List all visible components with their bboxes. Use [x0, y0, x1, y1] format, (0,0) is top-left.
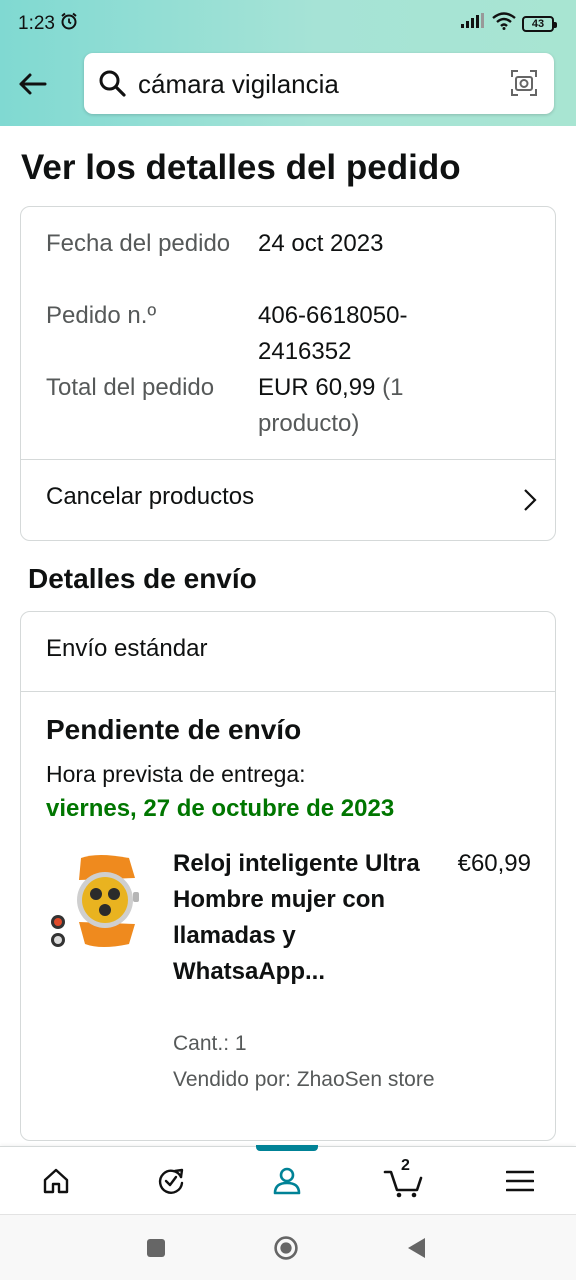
- shipping-method: Envío estándar: [46, 635, 208, 662]
- order-total-label: Total del pedido: [46, 374, 215, 401]
- search-bar[interactable]: cámara vigilancia: [84, 53, 554, 114]
- order-date-value: 24 oct 2023: [258, 230, 384, 257]
- product-seller: Vendido por: ZhaoSen store: [173, 1068, 435, 1091]
- cancel-products-button[interactable]: Cancelar productos: [21, 460, 555, 540]
- refresh-check-icon[interactable]: [151, 1161, 191, 1201]
- cancel-products-label: Cancelar productos: [46, 483, 255, 510]
- back-nav-button[interactable]: [403, 1235, 429, 1261]
- shipping-card: Envío estándar Pendiente de envío Hora p…: [20, 611, 556, 1141]
- signal-icon: [460, 13, 486, 35]
- header: 1:23 43 cámara vigilancia: [0, 0, 576, 126]
- eta-date: viernes, 27 de octubre de 2023: [46, 795, 395, 822]
- chevron-right-icon: [523, 488, 537, 517]
- product-title[interactable]: Reloj inteligente Ultra Hombre mujer con…: [173, 846, 423, 990]
- home-icon[interactable]: [36, 1161, 76, 1201]
- order-summary-card: Fecha del pedido 24 oct 2023 Pedido n.º …: [20, 206, 556, 541]
- home-button[interactable]: [273, 1235, 299, 1261]
- divider: [21, 691, 555, 692]
- product-price: €60,99: [457, 850, 531, 877]
- account-icon[interactable]: [267, 1161, 307, 1201]
- order-date-label: Fecha del pedido: [46, 230, 231, 257]
- camera-search-icon[interactable]: [510, 69, 538, 102]
- back-arrow-icon: [19, 73, 47, 95]
- page-title: Ver los detalles del pedido: [21, 148, 461, 187]
- order-total-value: EUR 60,99 (1 producto): [258, 370, 448, 442]
- status-time: 1:23: [18, 13, 55, 34]
- search-icon[interactable]: [98, 69, 126, 102]
- eta-label: Hora prevista de entrega:: [46, 761, 306, 787]
- bottom-nav: 2: [0, 1145, 576, 1214]
- status-icons: 43: [460, 12, 557, 36]
- back-button[interactable]: [14, 66, 50, 102]
- shipping-status: Pendiente de envío: [46, 714, 302, 745]
- alarm-icon: [60, 12, 78, 30]
- order-number-value: 406-6618050-2416352: [258, 302, 408, 365]
- system-nav-bar: [0, 1214, 576, 1280]
- battery-level: 43: [531, 18, 545, 30]
- active-tab-indicator: [256, 1145, 318, 1151]
- shipping-section-title: Detalles de envío: [28, 563, 257, 594]
- product-quantity: Cant.: 1: [173, 1032, 247, 1055]
- recent-apps-button[interactable]: [143, 1235, 169, 1261]
- battery-icon: 43: [522, 16, 557, 32]
- order-total-amount: EUR 60,99: [258, 374, 376, 401]
- wifi-icon: [492, 12, 516, 36]
- status-bar: 1:23 43: [0, 0, 576, 48]
- cart-count: 2: [401, 1157, 410, 1174]
- cart-icon[interactable]: 2: [383, 1157, 423, 1201]
- search-input[interactable]: cámara vigilancia: [138, 69, 339, 100]
- menu-icon[interactable]: [500, 1161, 540, 1201]
- order-number-label: Pedido n.º: [46, 302, 157, 329]
- product-image[interactable]: [51, 852, 147, 948]
